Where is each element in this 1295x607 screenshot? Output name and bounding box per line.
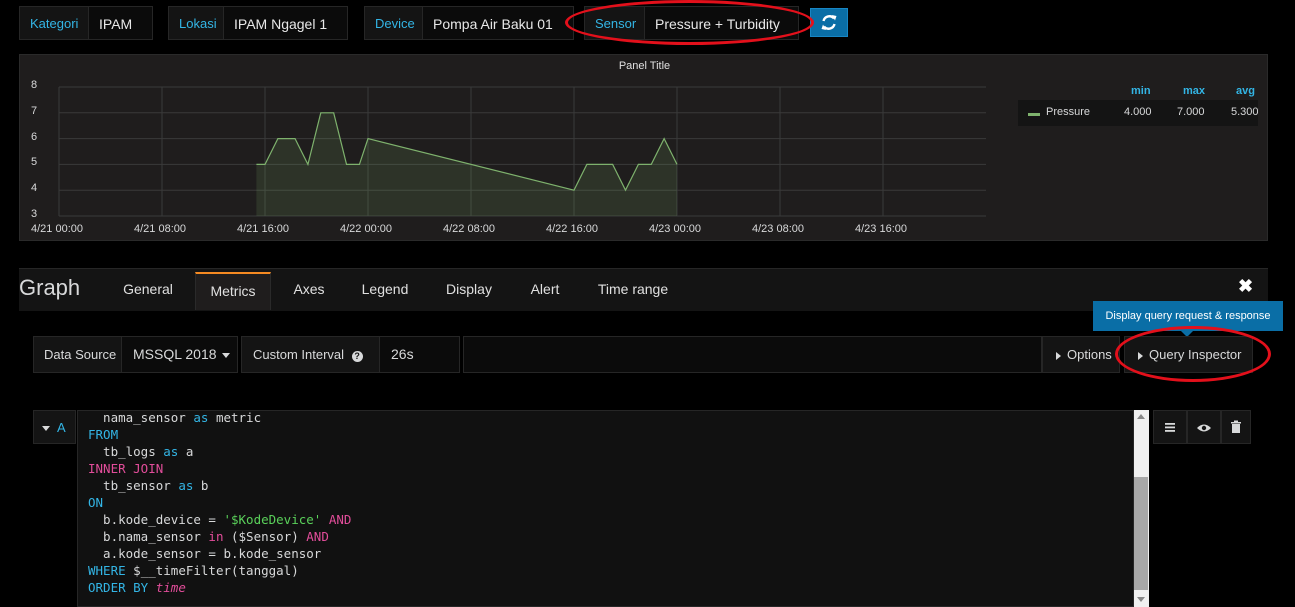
trash-icon bbox=[1231, 420, 1241, 433]
code-scrollbar-thumb[interactable] bbox=[1134, 477, 1148, 590]
variable-label-kategori: Kategori bbox=[19, 6, 89, 40]
legend-value-max: 7.000 bbox=[1177, 106, 1205, 118]
code-line: ORDER BY time bbox=[88, 580, 186, 595]
eye-icon bbox=[1197, 424, 1211, 432]
editor-title: Graph bbox=[19, 275, 81, 300]
options-button[interactable]: Options bbox=[1042, 336, 1120, 373]
sql-code-editor[interactable]: nama_sensor as metric FROM tb_logs as a … bbox=[77, 410, 1149, 607]
data-source-select[interactable]: MSSQL 2018 bbox=[121, 336, 238, 373]
query-menu-button[interactable] bbox=[1153, 410, 1187, 444]
variable-dropdown-lokasi[interactable]: IPAM Ngagel 1 bbox=[223, 6, 348, 62]
tab-alert[interactable]: Alert bbox=[517, 272, 573, 310]
tab-time-range[interactable]: Time range bbox=[588, 272, 678, 310]
custom-interval-text: Custom Interval bbox=[253, 347, 345, 362]
legend-header-max[interactable]: max bbox=[1183, 85, 1205, 97]
query-ref-id: A bbox=[57, 420, 66, 435]
code-line: tb_sensor as b bbox=[88, 478, 209, 493]
close-icon[interactable]: ✖ bbox=[1238, 276, 1253, 297]
variable-value: IPAM Ngagel 1 bbox=[234, 16, 328, 32]
delete-query-button[interactable] bbox=[1221, 410, 1251, 444]
code-line: b.kode_device = '$KodeDevice' AND bbox=[88, 512, 352, 527]
data-source-value: MSSQL 2018 bbox=[133, 346, 217, 362]
variable-label-lokasi: Lokasi bbox=[168, 6, 224, 40]
code-line: b.nama_sensor in ($Sensor) AND bbox=[88, 529, 329, 544]
query-options-filler bbox=[463, 336, 1042, 373]
graph-panel: Panel Title 876543 4/21 00:00 4/21 08:00 4… bbox=[19, 54, 1268, 241]
caret-down-icon bbox=[221, 352, 230, 358]
scroll-down-icon[interactable] bbox=[1137, 597, 1145, 602]
legend-header-min[interactable]: min bbox=[1131, 85, 1151, 97]
tab-axes[interactable]: Axes bbox=[280, 272, 338, 310]
legend-value-min: 4.000 bbox=[1124, 106, 1152, 118]
code-line: FROM bbox=[88, 427, 119, 442]
code-line: a.kode_sensor = b.kode_sensor bbox=[88, 546, 322, 561]
chart-plot bbox=[58, 86, 986, 217]
highlight-ellipse-query-inspector bbox=[1115, 326, 1271, 382]
code-line: ON bbox=[88, 495, 104, 510]
legend-series-swatch[interactable] bbox=[1028, 113, 1040, 116]
caret-right-icon bbox=[1056, 351, 1061, 360]
custom-interval-label: Custom Interval ? bbox=[241, 336, 380, 373]
legend-value-avg: 5.300 bbox=[1231, 106, 1258, 118]
code-line: INNER JOIN bbox=[88, 461, 164, 476]
refresh-button[interactable] bbox=[810, 8, 848, 37]
scroll-up-icon[interactable] bbox=[1137, 414, 1145, 419]
hamburger-icon bbox=[1165, 423, 1175, 432]
options-label: Options bbox=[1067, 347, 1112, 362]
variable-value: Pompa Air Baku 01 bbox=[433, 16, 553, 32]
highlight-ellipse-sensor bbox=[565, 0, 814, 45]
variable-label-device: Device bbox=[364, 6, 423, 40]
caret-down-icon bbox=[42, 426, 50, 431]
custom-interval-input[interactable]: 26s bbox=[379, 336, 460, 373]
toggle-query-visibility-button[interactable] bbox=[1187, 410, 1221, 444]
tab-display[interactable]: Display bbox=[434, 272, 504, 310]
tab-metrics[interactable]: Metrics bbox=[195, 272, 271, 310]
tab-general[interactable]: General bbox=[108, 272, 188, 310]
query-collapse-toggle[interactable]: A bbox=[33, 410, 76, 444]
code-line: WHERE $__timeFilter(tanggal) bbox=[88, 563, 299, 578]
variable-value: IPAM bbox=[99, 16, 133, 32]
data-source-label: Data Source bbox=[33, 336, 122, 373]
code-line: nama_sensor as metric bbox=[88, 410, 262, 425]
refresh-icon bbox=[821, 15, 837, 30]
code-line: tb_logs as a bbox=[88, 444, 194, 459]
variable-dropdown-kategori[interactable]: IPAM bbox=[88, 6, 153, 62]
help-icon[interactable]: ? bbox=[351, 351, 363, 362]
variable-dropdown-device[interactable]: Pompa Air Baku 01 bbox=[422, 6, 574, 62]
legend-header-avg[interactable]: avg bbox=[1236, 85, 1258, 97]
legend-series-name[interactable]: Pressure bbox=[1046, 106, 1090, 118]
tab-legend[interactable]: Legend bbox=[350, 272, 420, 310]
